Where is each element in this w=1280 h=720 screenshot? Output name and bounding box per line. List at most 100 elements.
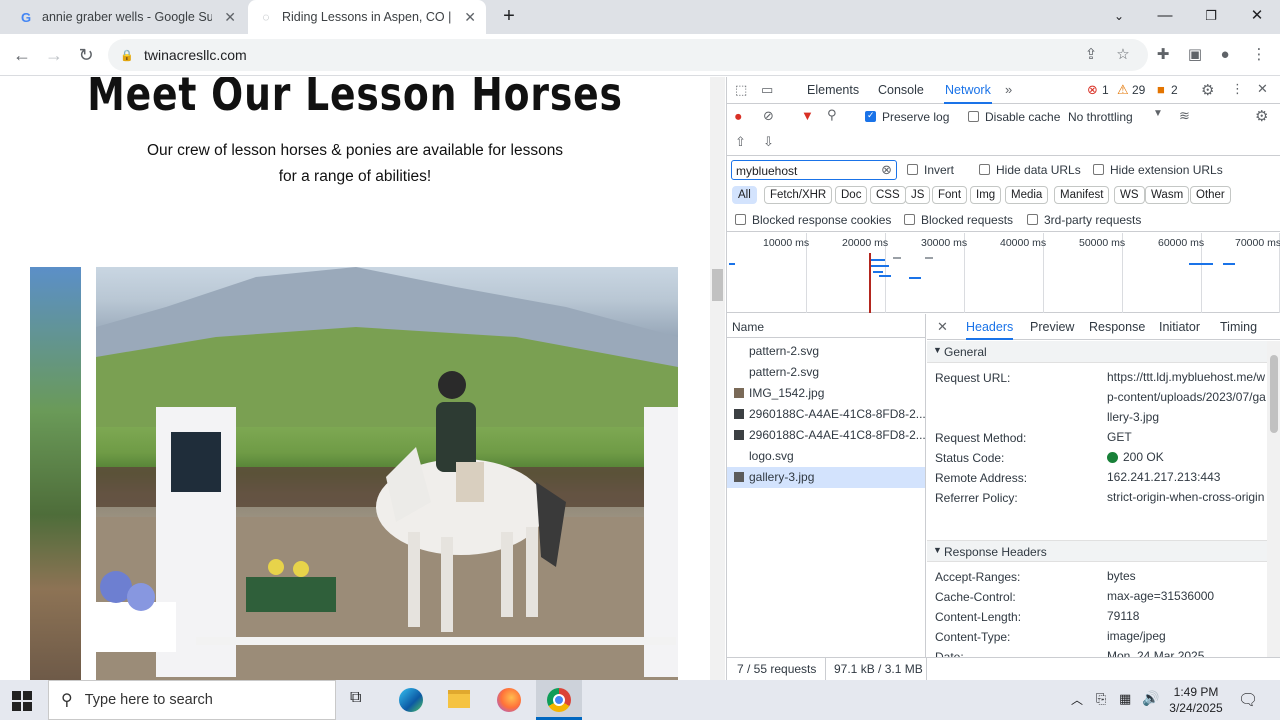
restore-button[interactable]: ❐ [1196,4,1226,28]
clear-filter-icon[interactable]: ⊗ [881,162,892,178]
menu-kebab-icon[interactable]: ⋮ [1248,44,1270,66]
close-details-icon[interactable]: ✕ [937,319,948,335]
tab-preview[interactable]: Preview [1030,314,1074,340]
timeline-overview[interactable]: 10000 ms 20000 ms 30000 ms 40000 ms 5000… [727,233,1280,313]
tab-console[interactable]: Console [878,77,924,104]
details-scrollbar-thumb[interactable] [1270,355,1278,433]
new-tab-button[interactable]: + [494,4,524,28]
request-row[interactable]: 2960188C-A4AE-41C8-8FD8-2... [727,425,925,446]
network-conditions-icon[interactable]: ≋ [1179,108,1190,124]
forward-icon[interactable]: → [42,43,66,67]
request-row[interactable]: pattern-2.svg [727,341,925,362]
filter-input[interactable]: mybluehost ⊗ [731,160,897,180]
name-column-header[interactable]: Name [732,320,764,334]
close-tab-icon[interactable]: ✕ [224,9,236,26]
filter-js[interactable]: JS [905,186,931,204]
tab-network[interactable]: Network [944,77,992,104]
back-icon[interactable]: ← [10,43,34,67]
filter-ws[interactable]: WS [1114,186,1145,204]
filter-font[interactable]: Font [932,186,968,204]
general-section-header[interactable]: ▼ General [927,341,1267,363]
network-settings-gear-icon[interactable]: ⚙ [1255,107,1268,125]
filter-wasm[interactable]: Wasm [1145,186,1190,204]
disable-cache-checkbox[interactable] [968,111,979,122]
volume-icon[interactable]: 🔊 [1142,690,1159,707]
preserve-log-checkbox[interactable] [865,110,876,122]
filter-doc[interactable]: Doc [835,186,868,204]
invert-checkbox[interactable] [907,164,918,175]
filter-manifest[interactable]: Manifest [1054,186,1110,204]
side-panel-icon[interactable]: ▣ [1184,44,1206,66]
record-icon[interactable]: ⏺ [735,109,742,125]
device-toolbar-icon[interactable]: ▭ [761,82,773,98]
windows-start-icon[interactable] [12,691,32,711]
minimize-button[interactable]: — [1150,4,1180,28]
close-devtools-icon[interactable]: ✕ [1257,81,1268,97]
search-icon[interactable]: ⚲ [827,107,837,123]
error-icon[interactable]: ⊗ [1087,82,1098,98]
firefox-icon[interactable] [497,688,521,712]
close-tab-icon[interactable]: ✕ [464,9,476,26]
tab-search-icon[interactable]: ⌄ [1104,4,1134,28]
warning-icon[interactable]: ⚠ [1117,82,1129,98]
gallery-image-horse[interactable] [96,267,678,680]
close-window-button[interactable]: ✕ [1242,4,1272,28]
taskbar-search-box[interactable]: ⚲ Type here to search [48,680,336,720]
chevron-up-icon[interactable]: ︿ [1071,691,1083,708]
settings-gear-icon[interactable]: ⚙ [1201,81,1214,99]
more-tabs-icon[interactable]: » [1005,82,1012,97]
notifications-icon[interactable]: 🗨 [1238,690,1258,710]
export-har-icon[interactable]: ⇩ [763,134,774,150]
issues-icon[interactable]: ■ [1157,82,1165,97]
reload-icon[interactable]: ↻ [74,43,98,67]
response-headers-section-header[interactable]: ▼ Response Headers [927,540,1267,562]
third-party-requests-checkbox[interactable] [1027,214,1038,225]
wifi-icon[interactable]: ▦ [1119,691,1131,707]
filter-css[interactable]: CSS [870,186,906,204]
tab-response[interactable]: Response [1089,314,1145,340]
blocked-requests-checkbox[interactable] [904,214,915,225]
filter-img[interactable]: Img [970,186,1002,204]
hide-extension-urls-checkbox[interactable] [1093,164,1104,175]
request-row-selected[interactable]: gallery-3.jpg [727,467,925,488]
blocked-response-cookies-checkbox[interactable] [735,214,746,225]
task-view-icon[interactable]: ⧉ [350,689,370,711]
profile-avatar-icon[interactable]: ● [1214,44,1236,66]
tab-elements[interactable]: Elements [807,77,859,104]
share-icon[interactable]: ⇪ [1080,44,1102,66]
tab-timing[interactable]: Timing [1220,314,1257,340]
request-row[interactable]: logo.svg [727,446,925,467]
details-scrollbar[interactable] [1267,341,1280,657]
file-explorer-icon[interactable] [448,690,470,708]
devtools-menu-icon[interactable]: ⋮ [1231,81,1244,97]
filter-all[interactable]: All [732,186,757,204]
clock[interactable]: 1:49 PM 3/24/2025 [1166,684,1226,716]
filter-other[interactable]: Other [1190,186,1231,204]
filter-icon[interactable]: ▼ [801,108,814,123]
network-tray-icon[interactable]: ⎘ [1096,691,1106,707]
tab-riding-lessons[interactable]: ◌ Riding Lessons in Aspen, CO | H ✕ [248,0,486,34]
page-scrollbar-thumb[interactable] [712,269,723,301]
request-row[interactable]: pattern-2.svg [727,362,925,383]
extensions-icon[interactable]: ✚ [1152,44,1174,66]
clear-icon[interactable]: ⊘ [763,108,774,124]
filter-fetch-xhr[interactable]: Fetch/XHR [764,186,833,204]
request-list: Name pattern-2.svg pattern-2.svg IMG_154… [727,314,926,657]
bookmark-star-icon[interactable]: ☆ [1112,44,1134,66]
filter-media[interactable]: Media [1005,186,1049,204]
tab-google-search[interactable]: G annie graber wells - Google Such ✕ [8,0,246,34]
edge-browser-icon[interactable] [399,688,423,712]
chrome-taskbar-button[interactable] [536,680,582,720]
request-row[interactable]: 2960188C-A4AE-41C8-8FD8-2... [727,404,925,425]
request-row[interactable]: IMG_1542.jpg [727,383,925,404]
gallery-image-partial[interactable] [30,267,81,680]
chevron-down-icon[interactable]: ▼ [1153,108,1163,119]
import-har-icon[interactable]: ⇧ [735,134,746,150]
hide-data-urls-checkbox[interactable] [979,164,990,175]
throttling-select[interactable]: No throttling [1068,110,1133,124]
page-scrollbar[interactable] [710,77,725,680]
inspect-element-icon[interactable]: ⬚ [735,82,747,98]
tab-initiator[interactable]: Initiator [1159,314,1200,340]
tab-headers[interactable]: Headers [966,314,1014,340]
address-bar[interactable]: 🔒 twinacresllc.com [108,39,1148,71]
